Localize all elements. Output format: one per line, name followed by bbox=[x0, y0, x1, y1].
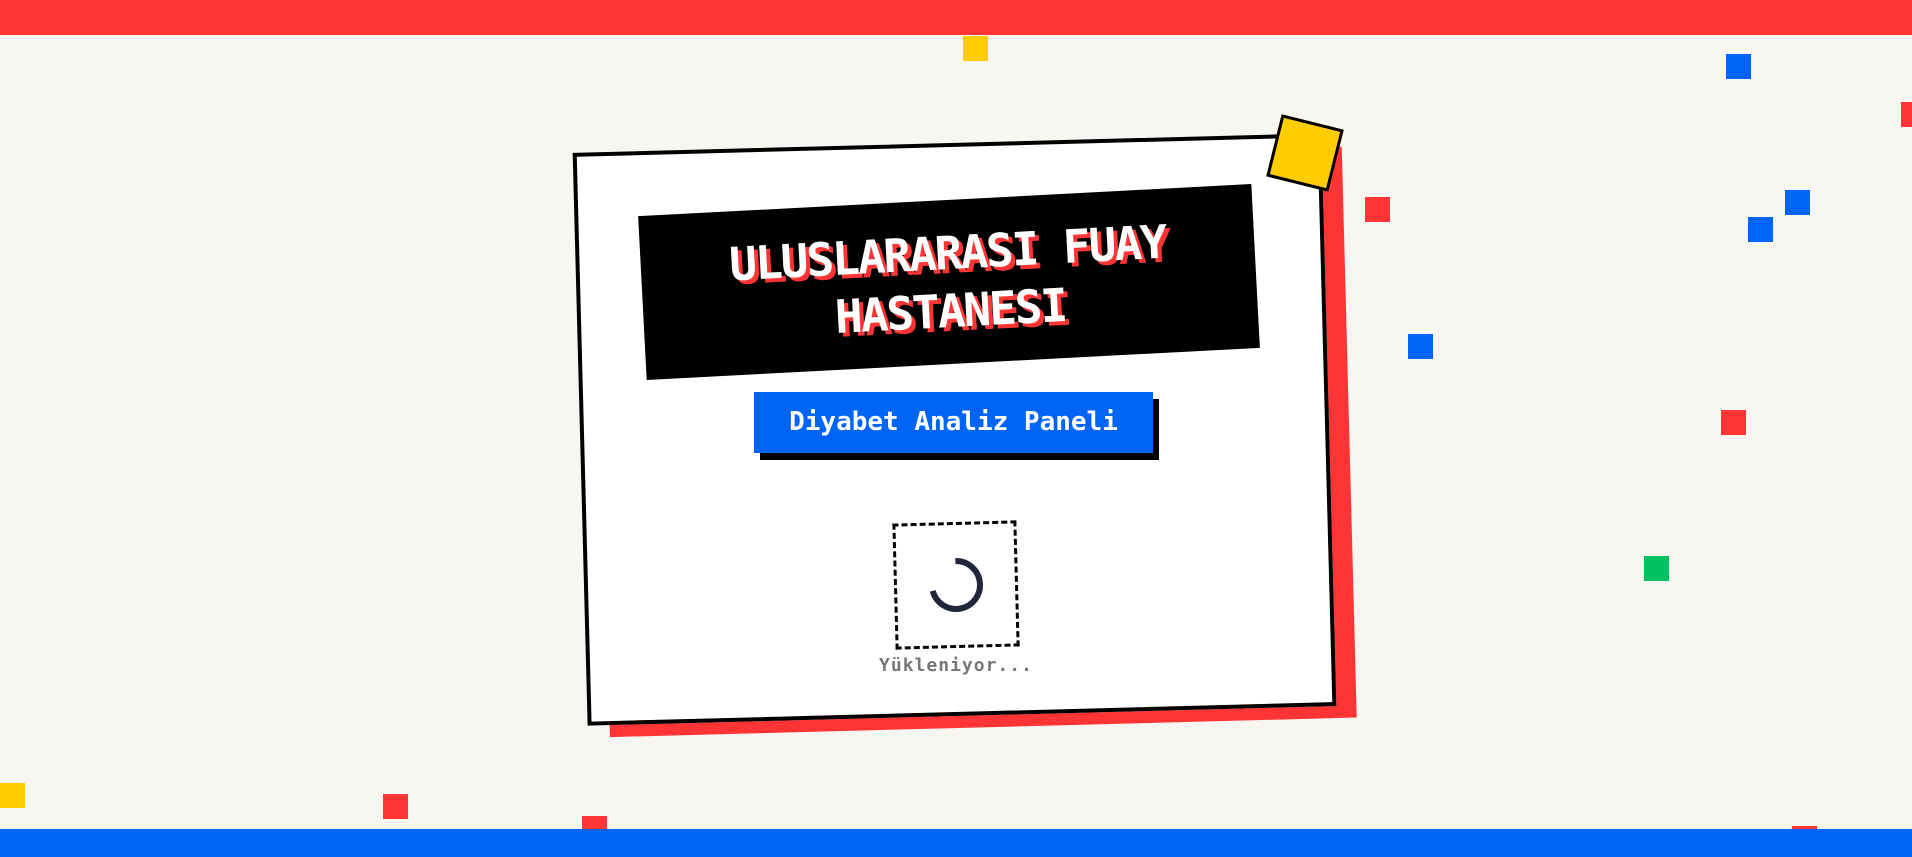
top-accent-bar bbox=[0, 0, 1912, 35]
page-title: ULUSLARARASI FUAY HASTANESI bbox=[727, 214, 1168, 344]
confetti-square bbox=[1901, 102, 1912, 127]
confetti-square bbox=[383, 794, 408, 819]
title-banner: ULUSLARARASI FUAY HASTANESI bbox=[638, 184, 1260, 380]
confetti-square bbox=[1644, 556, 1669, 581]
confetti-square bbox=[1365, 197, 1390, 222]
confetti-square bbox=[1785, 190, 1810, 215]
confetti-square bbox=[1748, 217, 1773, 242]
loading-spinner-icon bbox=[929, 558, 983, 612]
bottom-accent-bar bbox=[0, 829, 1912, 857]
loading-status-text: Yükleniyor... bbox=[879, 655, 1033, 676]
confetti-square bbox=[1408, 334, 1433, 359]
page-subtitle: Diyabet Analiz Paneli bbox=[754, 392, 1153, 453]
loader-frame bbox=[892, 520, 1020, 650]
confetti-square bbox=[0, 783, 25, 808]
confetti-square bbox=[963, 36, 988, 61]
confetti-square bbox=[1726, 54, 1751, 79]
confetti-square bbox=[1721, 410, 1746, 435]
